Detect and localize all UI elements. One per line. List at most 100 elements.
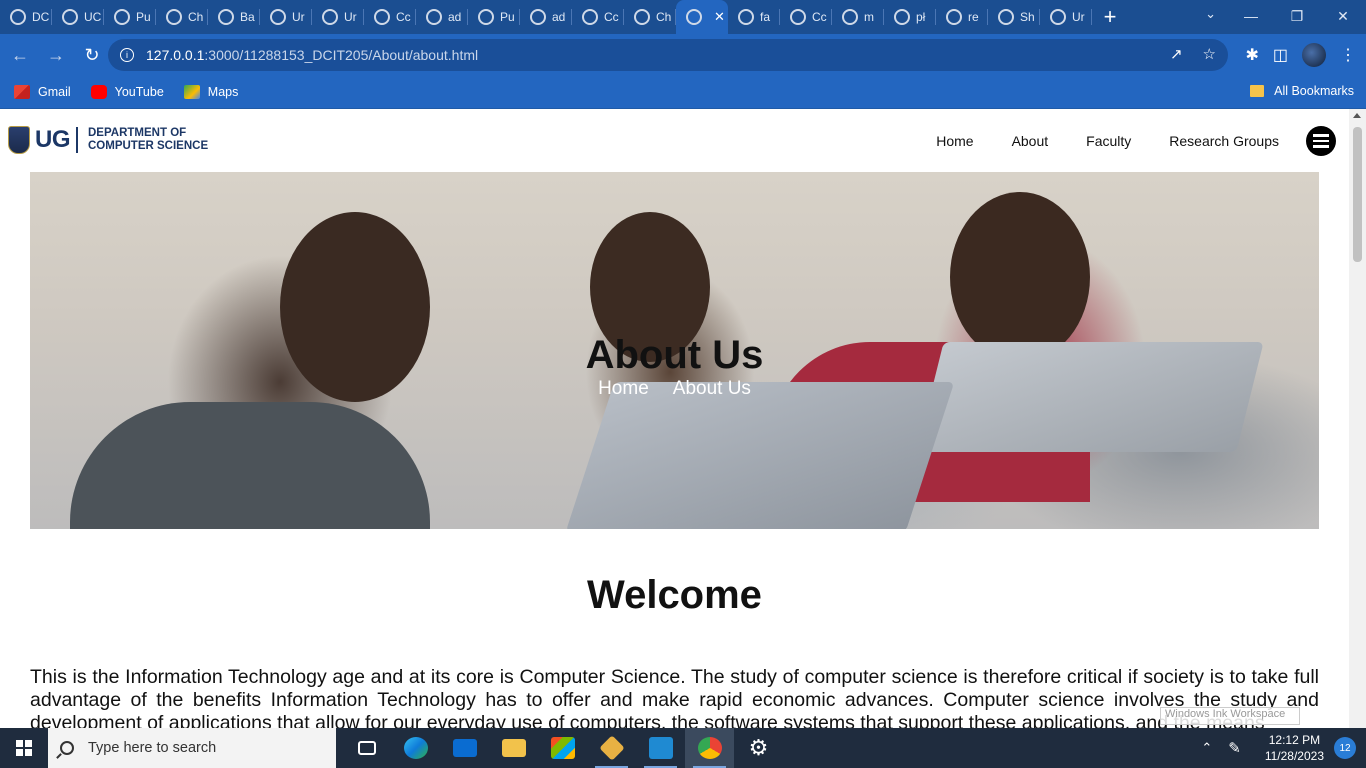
tab-label: Ba <box>240 10 255 24</box>
reload-icon[interactable]: ↻ <box>76 39 108 71</box>
git-icon[interactable] <box>587 728 636 768</box>
page-title: About Us <box>585 333 764 377</box>
tab-favicon-icon <box>374 9 390 25</box>
scrollbar-thumb[interactable] <box>1353 127 1362 262</box>
ug-crest-icon <box>8 126 30 154</box>
browser-tab[interactable]: fa <box>728 0 780 34</box>
browser-tab[interactable]: ad <box>416 0 468 34</box>
browser-tab[interactable]: UC <box>52 0 104 34</box>
back-arrow-icon[interactable]: ← <box>4 39 36 71</box>
nav-research-groups[interactable]: Research Groups <box>1169 133 1279 149</box>
tab-favicon-icon <box>114 9 130 25</box>
tab-favicon-icon <box>946 9 962 25</box>
browser-tab[interactable]: Ch <box>624 0 676 34</box>
nav-home[interactable]: Home <box>936 133 973 149</box>
browser-tab[interactable]: Cc <box>364 0 416 34</box>
browser-tab[interactable]: Ur <box>312 0 364 34</box>
tab-label: fa <box>760 10 771 24</box>
youtube-icon <box>90 85 107 99</box>
minimize-icon[interactable]: — <box>1228 0 1274 32</box>
page-scrollbar[interactable] <box>1349 109 1366 728</box>
chrome-menu-icon[interactable]: ⋮ <box>1340 45 1356 65</box>
intro-paragraph: This is the Information Technology age a… <box>30 666 1319 728</box>
tab-favicon-icon <box>10 9 26 25</box>
tab-label: DC <box>32 10 50 24</box>
share-icon[interactable]: ↗ <box>1170 45 1183 63</box>
gmail-icon <box>14 85 30 99</box>
tab-label: Cc <box>812 10 827 24</box>
clock-time: 12:12 PM <box>1268 733 1321 747</box>
show-hidden-icons-chevron-icon[interactable]: ⌃ <box>1201 740 1212 756</box>
settings-gear-icon[interactable]: ⚙ <box>734 728 783 768</box>
browser-tab[interactable]: re <box>936 0 988 34</box>
browser-tab[interactable]: Ch <box>156 0 208 34</box>
new-tab-plus-icon[interactable]: + <box>1092 0 1128 34</box>
mail-icon[interactable] <box>440 728 489 768</box>
logo-divider <box>76 127 78 153</box>
nav-faculty[interactable]: Faculty <box>1086 133 1131 149</box>
browser-tab[interactable]: ad <box>520 0 572 34</box>
breadcrumb-home[interactable]: Home <box>598 378 649 399</box>
browser-tab[interactable]: ✕ <box>676 0 728 34</box>
scroll-up-arrow-icon[interactable] <box>1353 113 1361 118</box>
breadcrumb-current: About Us <box>672 378 751 399</box>
clock[interactable]: 12:12 PM 11/28/2023 <box>1265 732 1324 764</box>
search-icon <box>60 741 74 755</box>
tab-favicon-icon <box>686 9 702 25</box>
browser-tab[interactable]: Sh <box>988 0 1040 34</box>
file-explorer-icon[interactable] <box>489 728 538 768</box>
task-view-icon[interactable] <box>342 728 391 768</box>
breadcrumb: Home About Us <box>30 378 1319 400</box>
browser-tab[interactable]: pł <box>884 0 936 34</box>
hamburger-menu-icon[interactable] <box>1306 126 1336 156</box>
extensions-puzzle-icon[interactable]: ✱ <box>1245 45 1258 65</box>
tab-search-chevron-icon[interactable]: ⌄ <box>1205 6 1216 22</box>
browser-tab[interactable]: Pu <box>468 0 520 34</box>
address-bar[interactable]: i 127.0.0.1:3000/11288153_DCIT205/About/… <box>108 39 1228 71</box>
notification-center-icon[interactable]: 12 <box>1334 737 1356 759</box>
forward-arrow-icon[interactable]: → <box>40 39 72 71</box>
site-info-icon[interactable]: i <box>120 48 134 62</box>
browser-tab[interactable]: m <box>832 0 884 34</box>
browser-tab[interactable]: Cc <box>572 0 624 34</box>
taskbar-search-placeholder: Type here to search <box>88 740 217 756</box>
tab-favicon-icon <box>166 9 182 25</box>
tab-favicon-icon <box>478 9 494 25</box>
taskbar-search-box[interactable]: Type here to search <box>48 728 336 768</box>
ink-workspace-watermark: Windows Ink Workspace <box>1160 707 1300 725</box>
microsoft-store-icon[interactable] <box>538 728 587 768</box>
browser-tab[interactable]: Ur <box>260 0 312 34</box>
nav-about[interactable]: About <box>1012 133 1049 149</box>
pen-workspace-icon[interactable]: ✎ <box>1228 739 1241 757</box>
logo-department-text: DEPARTMENT OF COMPUTER SCIENCE <box>88 127 208 153</box>
close-tab-icon[interactable]: ✕ <box>714 9 725 25</box>
notification-count: 12 <box>1339 742 1351 754</box>
start-button[interactable] <box>0 728 48 768</box>
tab-label: Pu <box>500 10 515 24</box>
side-panel-icon[interactable]: ◫ <box>1273 45 1288 65</box>
chrome-icon[interactable] <box>685 728 734 768</box>
hero-text: About Us Home About Us <box>30 332 1319 400</box>
close-window-icon[interactable]: ✕ <box>1320 0 1366 32</box>
profile-avatar[interactable] <box>1302 43 1326 67</box>
browser-tab[interactable]: Ur <box>1040 0 1092 34</box>
windows-logo-icon <box>16 740 32 756</box>
tab-label: Pu <box>136 10 151 24</box>
browser-tab[interactable]: DC <box>0 0 52 34</box>
all-bookmarks-button[interactable]: All Bookmarks <box>1250 84 1354 98</box>
taskbar-apps: ⚙ <box>342 728 783 768</box>
edge-icon[interactable] <box>391 728 440 768</box>
site-logo[interactable]: UG DEPARTMENT OF COMPUTER SCIENCE <box>8 126 208 154</box>
browser-tab[interactable]: Cc <box>780 0 832 34</box>
tab-label: pł <box>916 10 926 24</box>
system-tray: ⌃ ✎ 12:12 PM 11/28/2023 12 <box>1201 728 1366 768</box>
bookmark-gmail[interactable]: Gmail <box>14 85 71 99</box>
bookmark-youtube[interactable]: YouTube <box>90 85 164 99</box>
restore-icon[interactable]: ❐ <box>1274 0 1320 32</box>
browser-tab[interactable]: Ba <box>208 0 260 34</box>
browser-tab[interactable]: Pu <box>104 0 156 34</box>
vscode-icon[interactable] <box>636 728 685 768</box>
bookmark-maps[interactable]: Maps <box>183 85 238 99</box>
bookmark-star-icon[interactable]: ☆ <box>1203 45 1216 63</box>
hero-photo-laptop-1 <box>565 382 955 529</box>
